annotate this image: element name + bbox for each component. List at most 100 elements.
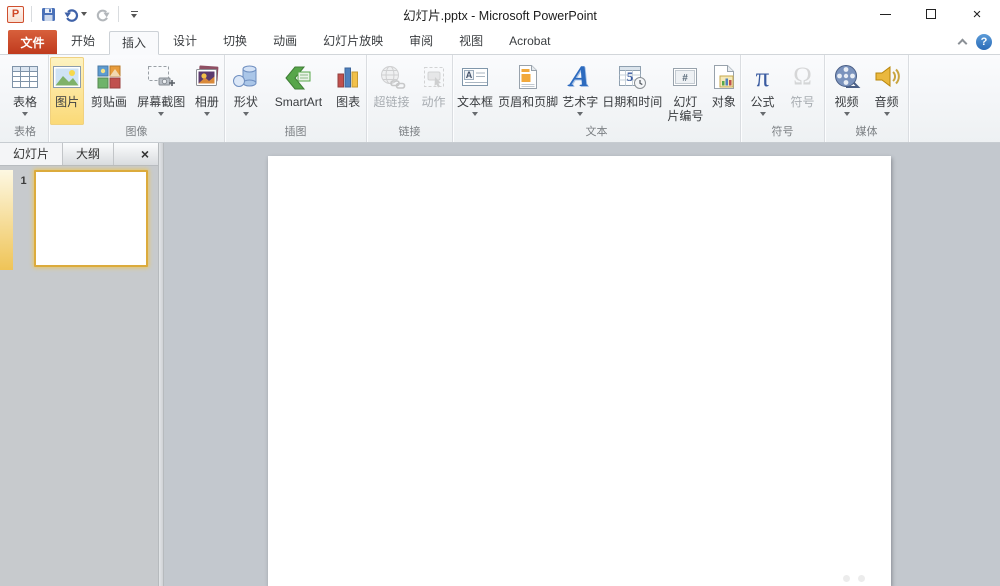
minimize-ribbon-icon[interactable] [957, 38, 968, 49]
smartart-button[interactable]: SmartArt [268, 57, 330, 125]
ribbon-insert: 表格 表格 图片 剪贴画 屏幕截图 相册 图像 形状 SmartArt 图表 插… [0, 55, 1000, 143]
tab-animations[interactable]: 动画 [261, 30, 309, 54]
audio-button[interactable]: 音频 [868, 57, 906, 125]
action-button: 动作 [417, 57, 451, 125]
titlebar: P 幻灯片.pptx - Microsoft PowerPoint × [0, 0, 1000, 28]
smartart-icon [283, 59, 313, 95]
qat-more-bar-icon [130, 10, 138, 12]
tab-insert[interactable]: 插入 [109, 31, 160, 55]
smartart-label: SmartArt [274, 95, 323, 109]
maximize-button[interactable] [908, 0, 954, 28]
shapes-label: 形状 [233, 95, 258, 109]
maximize-icon [926, 9, 936, 19]
screenshot-icon [146, 59, 176, 95]
screenshot-label: 屏幕截图 [137, 95, 186, 109]
dropdown-caret-icon [883, 112, 890, 116]
tab-transitions[interactable]: 切换 [211, 30, 259, 54]
group-label-links[interactable]: 链接 [367, 125, 452, 142]
audio-label: 音频 [874, 95, 899, 109]
save-button[interactable] [39, 4, 57, 24]
dropdown-caret-icon [577, 112, 584, 116]
workspace: 幻灯片 大纲 × 1 [0, 143, 1000, 586]
video-button[interactable]: 视频 [828, 57, 866, 125]
object-icon [712, 59, 736, 95]
group-label-media[interactable]: 媒体 [825, 125, 908, 142]
tab-home[interactable]: 开始 [59, 30, 107, 54]
slide-editing-surface[interactable] [268, 156, 891, 586]
ribbon-group-symbols: π 公式 Ω 符号 符号 [741, 55, 825, 142]
separator [31, 6, 32, 22]
undo-icon [64, 8, 78, 22]
shapes-button[interactable]: 形状 [226, 57, 266, 125]
slide-1-thumbnail[interactable] [34, 170, 148, 267]
quick-access-toolbar: P [0, 0, 142, 28]
chart-icon [335, 59, 361, 95]
ribbon-group-links: 超链接 动作 链接 [367, 55, 453, 142]
tab-review[interactable]: 审阅 [397, 30, 445, 54]
clipart-label: 剪贴画 [90, 95, 127, 109]
ribbon-group-text: A 文本框 页眉和页脚 A 艺术字 5 日期和时间 # 幻灯 片编号 对象 文本 [453, 55, 741, 142]
ribbon-group-illustrations: 形状 SmartArt 图表 插图 [225, 55, 367, 142]
dropdown-caret-icon [759, 112, 766, 116]
action-icon [421, 59, 447, 95]
date-time-button[interactable]: 5 日期和时间 [602, 57, 662, 125]
help-button[interactable]: ? [976, 34, 992, 50]
ribbon-group-media: 视频 音频 媒体 [825, 55, 909, 142]
wordart-icon: A [568, 60, 592, 93]
group-label-tables[interactable]: 表格 [2, 125, 48, 142]
undo-dropdown-caret-icon[interactable] [80, 12, 87, 16]
picture-icon [52, 59, 82, 95]
table-icon [11, 59, 39, 95]
pane-tab-outline[interactable]: 大纲 [63, 143, 115, 165]
dropdown-caret-icon [22, 112, 28, 116]
slides-pane: 幻灯片 大纲 × 1 [0, 143, 158, 586]
editing-canvas [164, 143, 1000, 586]
header-footer-icon [517, 59, 539, 95]
symbol-button: Ω 符号 [784, 57, 822, 125]
pane-tab-slides[interactable]: 幻灯片 [0, 143, 64, 165]
group-label-text[interactable]: 文本 [453, 125, 740, 142]
group-label-illustrations[interactable]: 插图 [225, 125, 366, 142]
pane-close-button[interactable]: × [132, 143, 158, 165]
slide-number-label-line1: 幻灯 [673, 95, 698, 109]
wordart-button[interactable]: A 艺术字 [560, 57, 600, 125]
clipart-icon [96, 59, 122, 95]
textbox-button[interactable]: A 文本框 [454, 57, 496, 125]
photo-album-label: 相册 [194, 95, 219, 109]
tab-acrobat[interactable]: Acrobat [497, 30, 562, 54]
shapes-icon [231, 59, 261, 95]
equation-label: 公式 [750, 95, 775, 109]
group-label-images[interactable]: 图像 [49, 125, 224, 142]
chart-button[interactable]: 图表 [331, 57, 365, 125]
powerpoint-logo-icon[interactable]: P [7, 5, 24, 23]
table-label: 表格 [12, 95, 37, 109]
slide-thumbnail-row[interactable]: 1 [0, 170, 158, 270]
slide-number-button[interactable]: # 幻灯 片编号 [664, 57, 706, 125]
redo-button[interactable] [93, 4, 111, 24]
tab-file[interactable]: 文件 [8, 30, 57, 54]
dropdown-caret-icon [843, 112, 850, 116]
action-label: 动作 [421, 95, 446, 109]
textbox-label: 文本框 [457, 95, 494, 109]
minimize-button[interactable] [862, 0, 908, 28]
equation-button[interactable]: π 公式 [744, 57, 782, 125]
separator [118, 6, 119, 22]
photo-album-button[interactable]: 相册 [191, 57, 223, 125]
close-button[interactable]: × [954, 0, 1000, 28]
picture-button[interactable]: 图片 [50, 57, 85, 125]
screenshot-button[interactable]: 屏幕截图 [134, 57, 189, 125]
tab-design[interactable]: 设计 [161, 30, 209, 54]
ribbon-group-tables: 表格 表格 [2, 55, 49, 142]
header-footer-button[interactable]: 页眉和页脚 [498, 57, 558, 125]
date-time-icon: 5 [617, 59, 647, 95]
table-button[interactable]: 表格 [5, 57, 45, 125]
clipart-button[interactable]: 剪贴画 [86, 57, 132, 125]
undo-button[interactable] [62, 4, 88, 24]
save-icon [41, 7, 55, 21]
object-button[interactable]: 对象 [708, 57, 739, 125]
tab-view[interactable]: 视图 [447, 30, 495, 54]
group-label-symbols[interactable]: 符号 [741, 125, 824, 142]
close-icon: × [972, 5, 982, 23]
customize-qat-dropdown[interactable] [126, 10, 142, 18]
tab-slideshow[interactable]: 幻灯片放映 [311, 30, 395, 54]
